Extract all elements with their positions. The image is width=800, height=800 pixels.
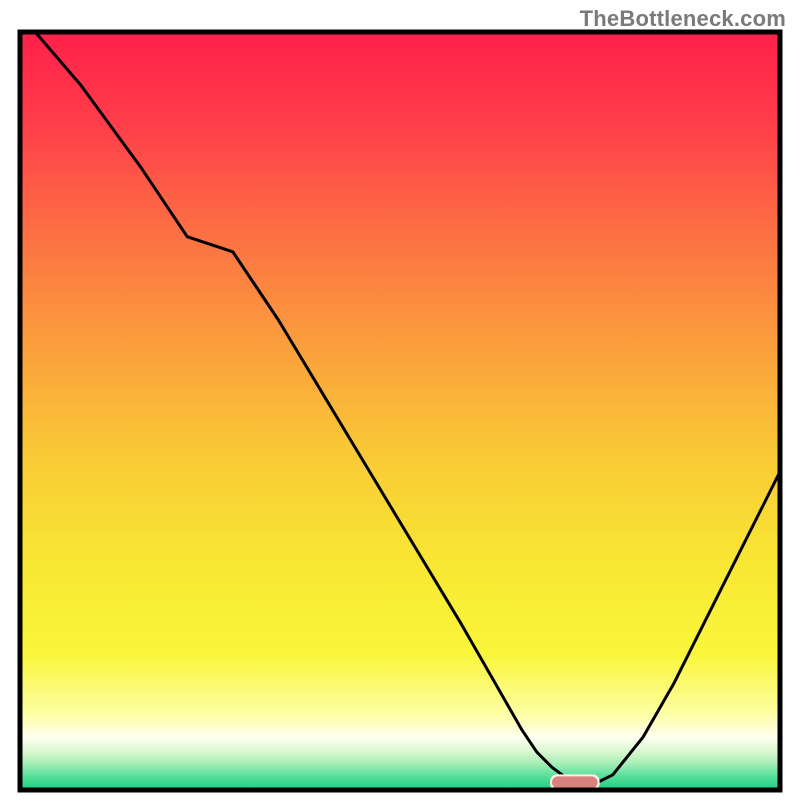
plot-area [20,32,780,790]
bottleneck-chart [0,0,800,800]
chart-stage: TheBottleneck.com [0,0,800,800]
gradient-background [20,32,780,790]
